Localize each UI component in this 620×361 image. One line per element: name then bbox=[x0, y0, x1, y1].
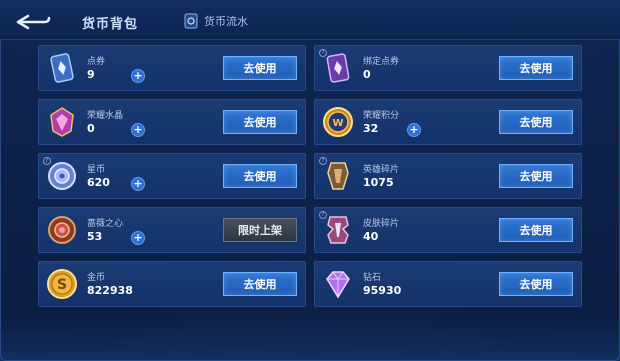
currency-value: 53 bbox=[87, 230, 103, 243]
add-glory-points-button[interactable]: + bbox=[407, 123, 421, 137]
bottom-glow bbox=[0, 313, 620, 361]
currency-value: 9 bbox=[87, 68, 95, 81]
currency-value: 0 bbox=[363, 68, 371, 81]
star-coin-icon bbox=[48, 162, 76, 190]
use-glory-points-button[interactable]: 去使用 bbox=[499, 110, 573, 134]
top-bar: 货币背包 货币流水 bbox=[0, 0, 620, 40]
svg-text:W: W bbox=[332, 118, 343, 129]
back-button[interactable] bbox=[14, 13, 52, 31]
hero-shard-icon bbox=[327, 162, 349, 190]
currency-value: 40 bbox=[363, 230, 379, 243]
ledger-icon bbox=[184, 13, 198, 29]
back-arrow-icon bbox=[16, 14, 51, 30]
currency-card-voucher: 点券 9 + 去使用 bbox=[38, 45, 306, 91]
currency-label: 荣耀水晶 bbox=[87, 111, 124, 121]
add-rose-heart-button[interactable]: + bbox=[131, 231, 145, 245]
currency-flow-label: 货币流水 bbox=[204, 15, 248, 28]
use-star-coin-button[interactable]: 去使用 bbox=[223, 164, 297, 188]
use-diamond-button[interactable]: 去使用 bbox=[499, 272, 573, 296]
currency-card-hero-shard: ? 英雄碎片 1075 去使用 bbox=[314, 153, 582, 199]
add-voucher-button[interactable]: + bbox=[131, 69, 145, 83]
currency-flow-link[interactable]: 货币流水 bbox=[184, 13, 248, 29]
currency-label: 绑定点券 bbox=[363, 57, 400, 67]
currency-label: 蔷薇之心 bbox=[87, 219, 124, 229]
voucher-card-icon bbox=[50, 53, 74, 83]
gold-coin-icon: S bbox=[47, 269, 77, 299]
use-glory-crystal-button[interactable]: 去使用 bbox=[223, 110, 297, 134]
currency-value: 32 bbox=[363, 122, 379, 135]
add-star-coin-button[interactable]: + bbox=[131, 177, 145, 191]
currency-label: 英雄碎片 bbox=[363, 165, 400, 175]
currency-value: 822938 bbox=[87, 284, 133, 297]
skin-shard-icon bbox=[327, 216, 349, 244]
currency-card-rose-heart: 蔷薇之心 53 + 限时上架 bbox=[38, 207, 306, 253]
currency-label: 皮肤碎片 bbox=[363, 219, 400, 229]
currency-card-gold-coin: S 金币 822938 去使用 bbox=[38, 261, 306, 307]
diamond-icon bbox=[326, 271, 350, 299]
currency-card-diamond: 钻石 95930 去使用 bbox=[314, 261, 582, 307]
currency-card-bound-voucher: ? 绑定点券 0 去使用 bbox=[314, 45, 582, 91]
use-gold-coin-button[interactable]: 去使用 bbox=[223, 272, 297, 296]
currency-card-skin-shard: ? 皮肤碎片 40 去使用 bbox=[314, 207, 582, 253]
currency-value: 0 bbox=[87, 122, 95, 135]
currency-value: 1075 bbox=[363, 176, 394, 189]
rose-heart-icon bbox=[48, 216, 76, 244]
page-title: 货币背包 bbox=[82, 17, 139, 32]
currency-card-glory-points: W 荣耀积分 32 + 去使用 bbox=[314, 99, 582, 145]
limited-time-badge: 限时上架 bbox=[223, 218, 297, 242]
currency-label: 星币 bbox=[87, 165, 106, 175]
add-glory-crystal-button[interactable]: + bbox=[131, 123, 145, 137]
currency-value: 95930 bbox=[363, 284, 402, 297]
currency-label: 荣耀积分 bbox=[363, 111, 400, 121]
use-bound-voucher-button[interactable]: 去使用 bbox=[499, 56, 573, 80]
svg-text:S: S bbox=[57, 277, 67, 293]
use-skin-shard-button[interactable]: 去使用 bbox=[499, 218, 573, 242]
currency-label: 钻石 bbox=[363, 273, 382, 283]
bound-voucher-icon bbox=[326, 53, 350, 83]
use-voucher-button[interactable]: 去使用 bbox=[223, 56, 297, 80]
currency-label: 点券 bbox=[87, 57, 106, 67]
currency-card-star-coin: ? 星币 620 + 去使用 bbox=[38, 153, 306, 199]
currency-value: 620 bbox=[87, 176, 110, 189]
glory-points-icon: W bbox=[323, 107, 353, 137]
glory-crystal-icon bbox=[50, 107, 74, 137]
currency-label: 金币 bbox=[87, 273, 106, 283]
use-hero-shard-button[interactable]: 去使用 bbox=[499, 164, 573, 188]
currency-card-glory-crystal: 荣耀水晶 0 + 去使用 bbox=[38, 99, 306, 145]
